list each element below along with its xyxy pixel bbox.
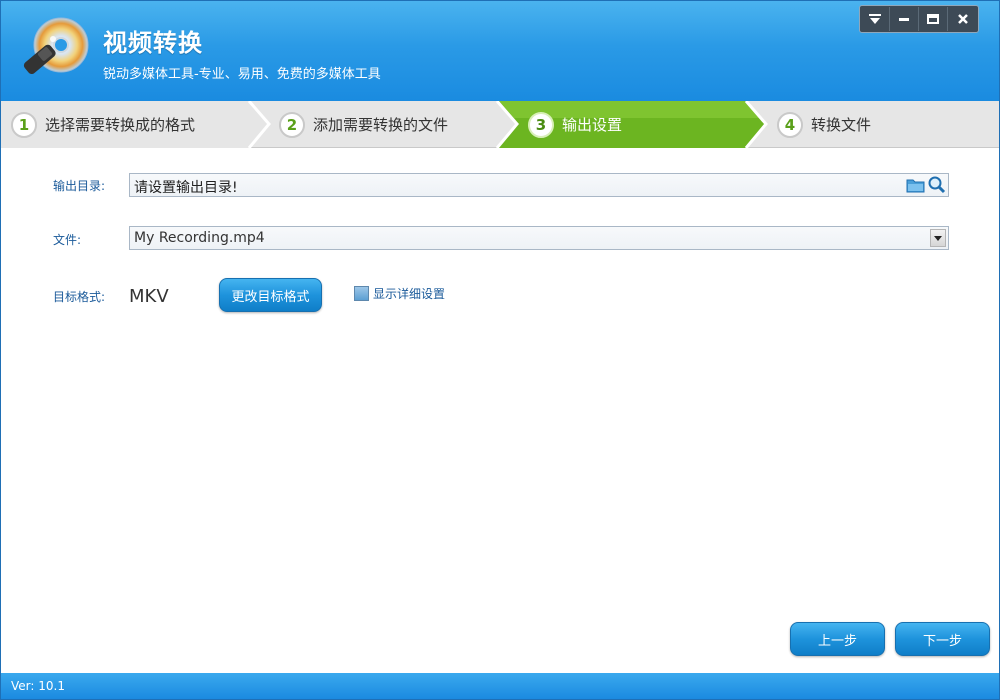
step-1: 1 选择需要转换成的格式 <box>11 101 195 148</box>
file-select[interactable]: My Recording.mp4 <box>129 226 949 250</box>
output-dir-input[interactable]: 请设置输出目录! <box>129 173 949 197</box>
step-2-number: 2 <box>279 111 305 138</box>
maximize-icon[interactable] <box>919 7 948 31</box>
chevron-down-icon[interactable] <box>930 229 946 247</box>
version-text: Ver: 10.1 <box>11 679 65 693</box>
step-3-number: 3 <box>528 111 554 138</box>
status-bar: Ver: 10.1 <box>1 673 999 699</box>
app-title: 视频转换 <box>103 29 203 57</box>
step-1-label: 选择需要转换成的格式 <box>45 116 196 134</box>
close-icon[interactable] <box>948 7 977 31</box>
show-details-checkbox[interactable] <box>354 286 369 301</box>
output-dir-label: 输出目录: <box>53 179 106 193</box>
folder-icon[interactable] <box>906 176 925 198</box>
menu-dropdown-icon[interactable] <box>861 7 890 31</box>
show-details-label[interactable]: 显示详细设置 <box>373 285 445 302</box>
file-label: 文件: <box>53 233 82 247</box>
step-1-number: 1 <box>11 111 37 138</box>
step-3: 3 输出设置 <box>528 101 622 148</box>
window-controls <box>859 5 979 33</box>
output-dir-value: 请设置输出目录! <box>134 180 238 196</box>
prev-button[interactable]: 上一步 <box>790 622 885 656</box>
show-details-option[interactable]: 显示详细设置 <box>354 285 445 302</box>
app-subtitle: 锐动多媒体工具-专业、易用、免费的多媒体工具 <box>103 67 381 82</box>
change-format-button[interactable]: 更改目标格式 <box>219 278 322 312</box>
step-4: 4 转换文件 <box>777 101 871 148</box>
step-4-label: 转换文件 <box>811 116 872 134</box>
step-2-label: 添加需要转换的文件 <box>313 116 449 134</box>
cd-logo-icon <box>19 15 91 87</box>
target-format-label: 目标格式: <box>53 290 106 304</box>
search-icon[interactable] <box>927 176 946 198</box>
wizard-steps: 1 选择需要转换成的格式 2 添加需要转换的文件 3 输出设置 4 转换文件 <box>1 101 999 148</box>
next-button[interactable]: 下一步 <box>895 622 990 656</box>
step-4-number: 4 <box>777 111 803 138</box>
output-dir-icons <box>906 176 946 198</box>
step-3-label: 输出设置 <box>562 116 623 134</box>
title-bar: 视频转换 锐动多媒体工具-专业、易用、免费的多媒体工具 <box>1 1 999 101</box>
minimize-icon[interactable] <box>890 7 919 31</box>
target-format-value: MKV <box>129 286 169 307</box>
step-2: 2 添加需要转换的文件 <box>279 101 448 148</box>
app-window: 视频转换 锐动多媒体工具-专业、易用、免费的多媒体工具 1 选择需要转换成的格式… <box>0 0 1000 700</box>
file-select-value: My Recording.mp4 <box>134 230 265 246</box>
